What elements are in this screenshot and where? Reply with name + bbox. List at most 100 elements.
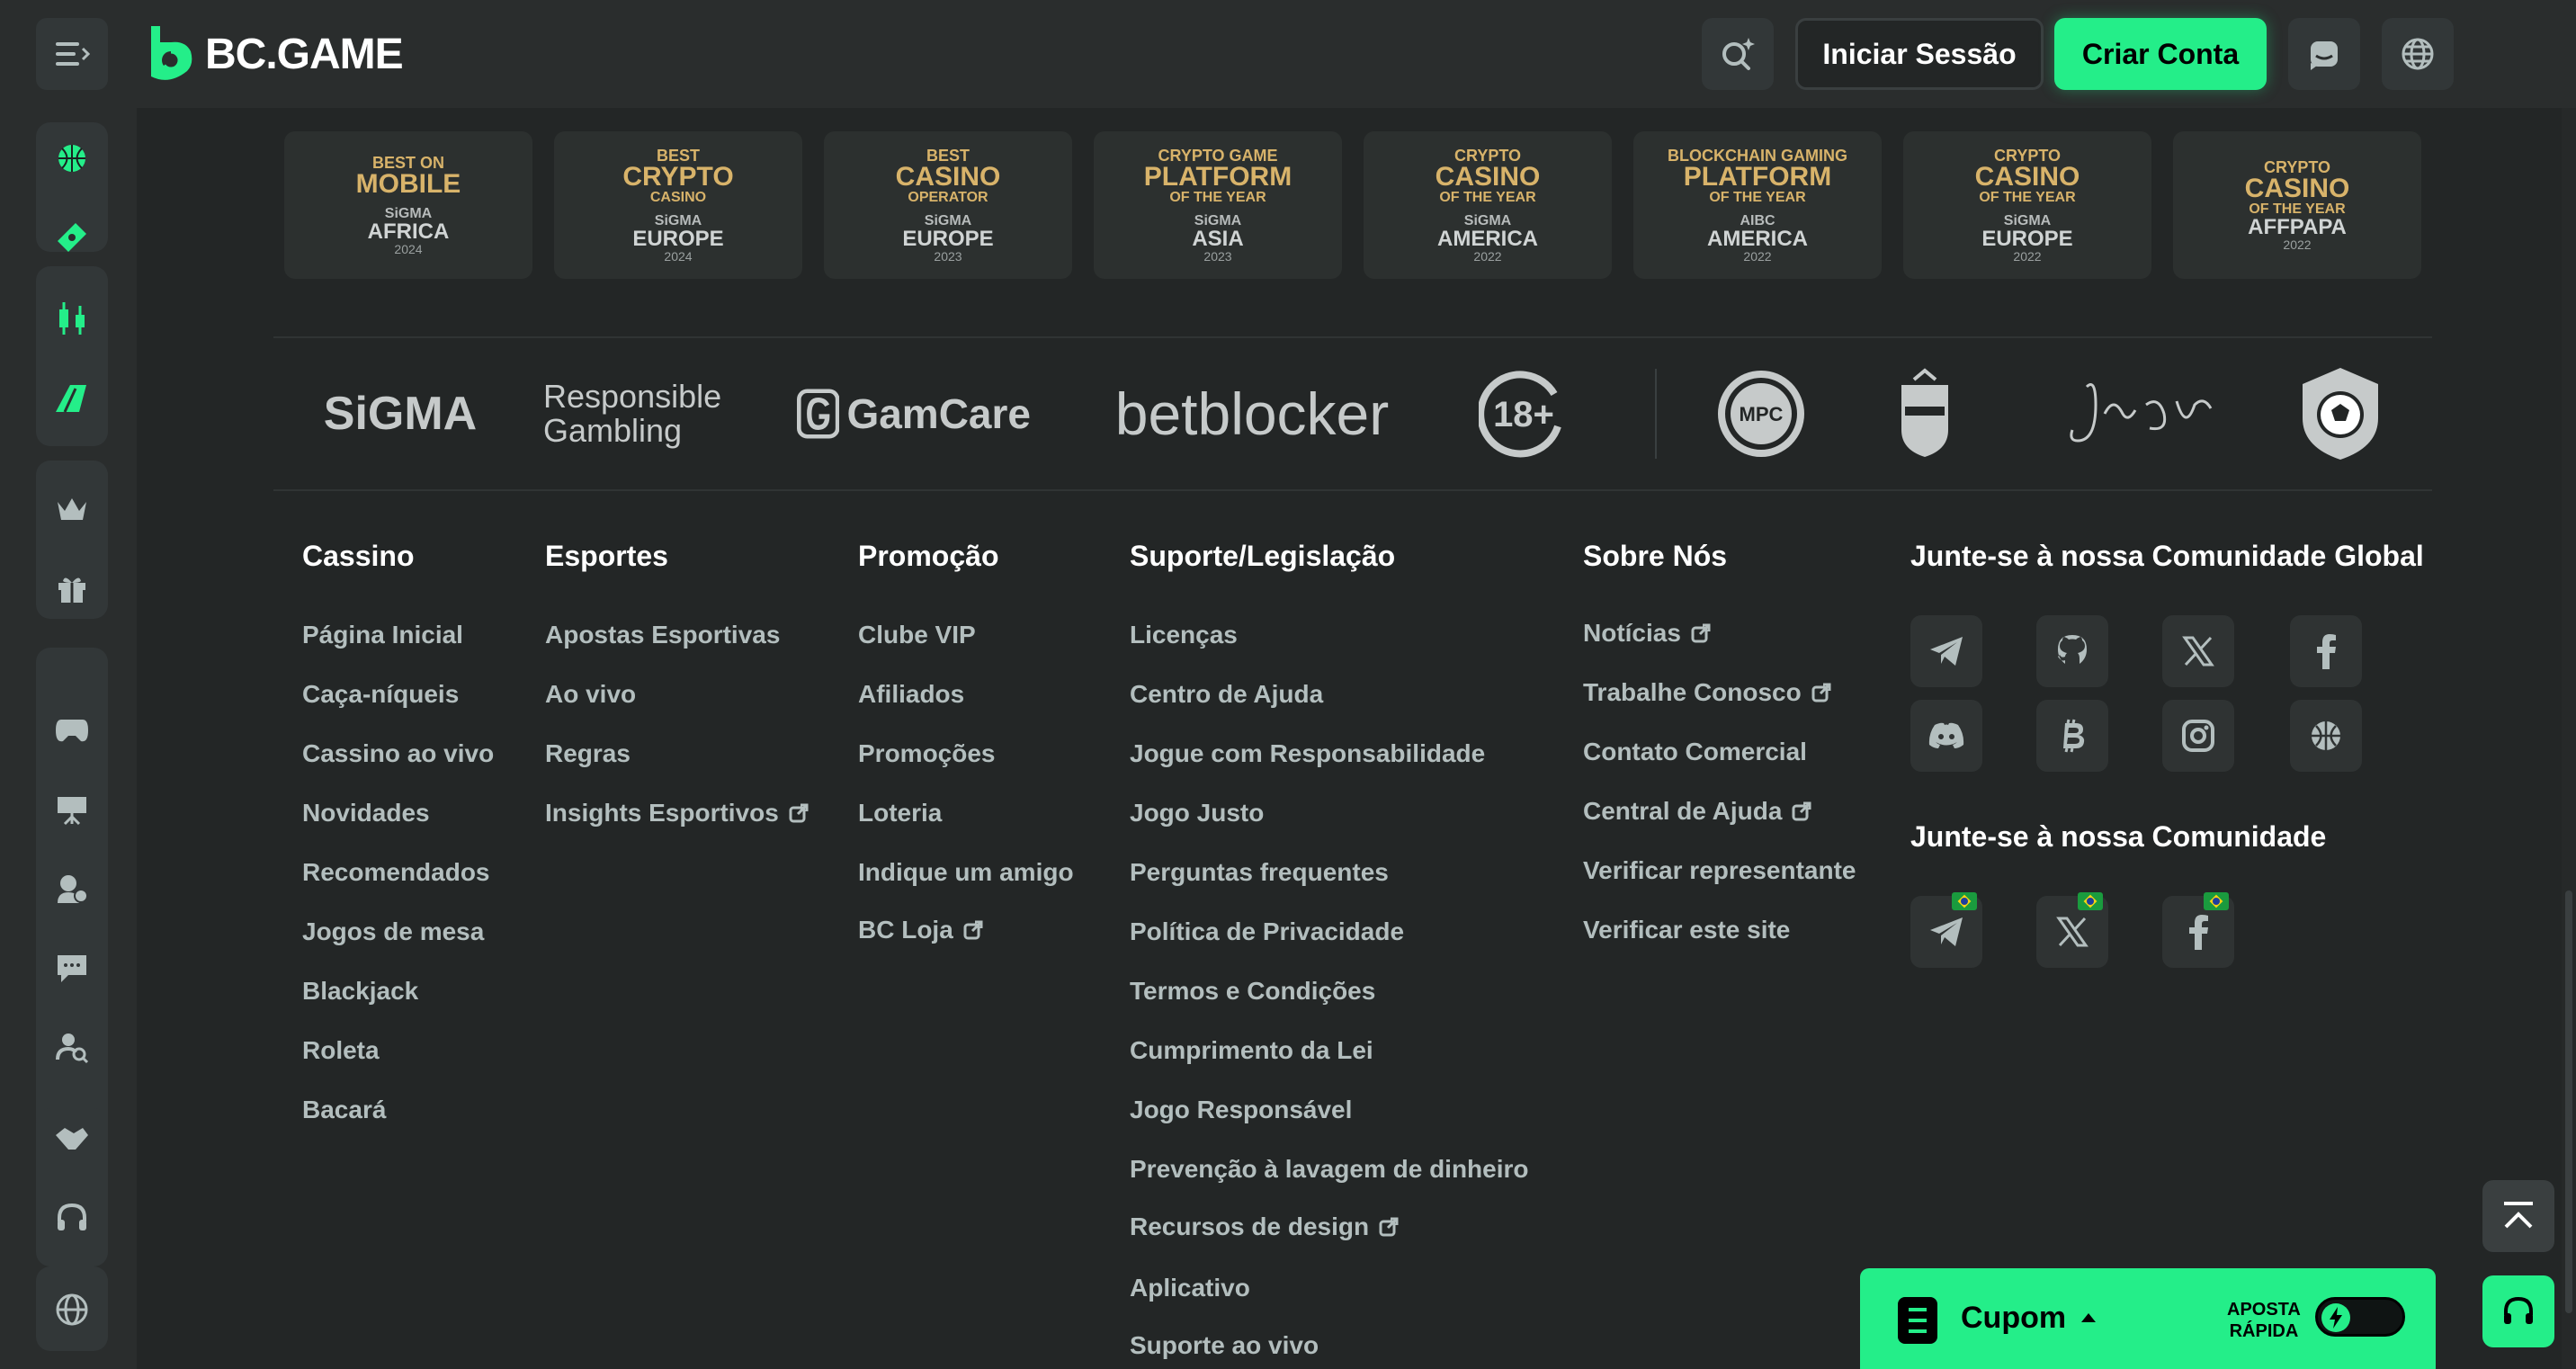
footer-link[interactable]: Cumprimento da Lei [1130,1036,1373,1065]
footer-link[interactable]: Prevenção à lavagem de dinheiro [1130,1155,1529,1184]
award-title: CASINO [895,162,1001,192]
partner-gamcare[interactable]: GamCare [797,360,1031,468]
x-twitter-button[interactable] [2162,615,2234,687]
coupon-bar[interactable]: Cupom APOSTA RÁPIDA [1860,1268,2436,1369]
footer-link[interactable]: Roleta [302,1036,380,1065]
footer-link[interactable]: Recomendados [302,858,490,887]
footer-link[interactable]: Afiliados [858,680,964,709]
footer-link[interactable]: Centro de Ajuda [1130,680,1323,709]
gift-icon [58,577,85,603]
footer-link[interactable]: Jogo Responsável [1130,1096,1352,1124]
footer-link[interactable]: Verificar representante [1583,856,1856,885]
discord-button[interactable] [1910,700,1982,772]
footer-link[interactable]: Novidades [302,799,430,828]
search-user-icon [56,1033,89,1064]
quick-bet-toggle[interactable] [2315,1297,2405,1337]
footer-link-external[interactable]: Trabalhe Conosco [1583,678,1832,707]
instagram-button[interactable] [2162,700,2234,772]
sidebar-item-sponsorship[interactable] [36,1103,108,1175]
sidebar-item-coins[interactable] [36,853,108,925]
link-label: Central de Ajuda [1583,797,1783,825]
search-button[interactable] [1702,18,1774,90]
sidebar-item-trading[interactable] [36,282,108,354]
footer-link[interactable]: Jogo Justo [1130,799,1264,828]
sidebar-item-provably-fair[interactable] [36,1011,108,1083]
candlestick-icon [59,302,85,335]
signup-button[interactable]: Criar Conta [2054,18,2267,90]
sidebar-item-live[interactable] [36,774,108,846]
footer-link[interactable]: Cassino ao vivo [302,739,494,768]
footer-link[interactable]: Política de Privacidade [1130,917,1404,946]
footer-link[interactable]: Jogue com Responsabilidade [1130,739,1485,768]
link-label: Recursos de design [1130,1212,1370,1240]
footer-title-global-community: Junte-se à nossa Comunidade Global [1910,540,2424,572]
partner-responsible-gambling[interactable]: Responsible Gambling [543,360,741,468]
footer-title-support: Suporte/Legislação [1130,540,1396,572]
footer-link[interactable]: Verificar este site [1583,916,1790,944]
footer-link[interactable]: Promoções [858,739,996,768]
sidebar-item-sports[interactable] [36,122,108,194]
footer-link[interactable]: Página Inicial [302,621,463,649]
sidebar-item-vip[interactable] [36,473,108,545]
footer-link[interactable]: Suporte ao vivo [1130,1331,1319,1360]
footer-link[interactable]: Aplicativo [1130,1274,1250,1302]
facebook-button[interactable] [2290,615,2362,687]
footer-link[interactable]: Caça-níqueis [302,680,459,709]
sidebar-item-racing[interactable] [36,362,108,434]
footer-link[interactable]: Contato Comercial [1583,738,1807,766]
sidebar-item-bonus[interactable] [36,552,108,624]
partner-betblocker[interactable]: betblocker [1094,360,1410,468]
live-support-button[interactable] [2482,1275,2554,1347]
sidebar-item-lottery[interactable] [36,201,108,273]
x-brazil-button[interactable] [2036,892,2108,968]
sidebar-item-originals[interactable] [36,694,108,766]
award-badge: BEST CASINO OPERATOR SiGMA EUROPE 2023 [824,131,1072,279]
sidebar-item-support[interactable] [36,1182,108,1254]
footer-link[interactable]: Apostas Esportivas [545,621,780,649]
quick-bet-label: APOSTA RÁPIDA [2227,1299,2301,1342]
footer-link[interactable]: Perguntas frequentes [1130,858,1389,887]
presenter-icon [58,797,86,826]
footer-link-external[interactable]: Recursos de design [1130,1212,1400,1241]
sports-community-button[interactable] [2290,700,2362,772]
footer-link[interactable]: Indique um amigo [858,858,1074,887]
partner-sigma[interactable]: SiGMA [306,360,495,468]
partner-football-club[interactable] [2294,360,2387,468]
telegram-button[interactable] [1910,615,1982,687]
scrollbar-thumb[interactable] [2565,890,2572,1313]
link-label: BC Loja [858,916,953,944]
bc-game-logo[interactable]: BC.GAME [144,22,404,86]
partner-miami-pickleball[interactable]: MPC [1709,360,1813,468]
footer-link[interactable]: Licenças [1130,621,1238,649]
menu-toggle-button[interactable] [36,18,108,90]
pickleball-club-icon: MPC [1718,371,1804,457]
footer-link[interactable]: Blackjack [302,977,418,1006]
footer-link[interactable]: Loteria [858,799,942,828]
football-crest-icon [2303,368,2378,460]
github-button[interactable] [2036,615,2108,687]
sidebar-item-forum[interactable] [36,932,108,1004]
footer-link[interactable]: Jogos de mesa [302,917,484,946]
footer-link[interactable]: Clube VIP [858,621,976,649]
ticket-icon [58,223,86,252]
footer-link-external[interactable]: Notícias [1583,619,1712,648]
award-badge: CRYPTO CASINO OF THE YEAR SiGMA EUROPE 2… [1903,131,2151,279]
footer-link[interactable]: Bacará [302,1096,386,1124]
scroll-to-top-button[interactable] [2482,1180,2554,1252]
bitcoin-talk-button[interactable] [2036,700,2108,772]
language-button[interactable] [2382,18,2454,90]
sidebar-item-language[interactable] [36,1274,108,1346]
footer-link-external[interactable]: Insights Esportivos [545,799,809,828]
footer-link[interactable]: Ao vivo [545,680,636,709]
footer-link-external[interactable]: Central de Ajuda [1583,797,1812,826]
login-button[interactable]: Iniciar Sessão [1795,18,2044,90]
partner-jason-dvalo-signature[interactable] [2060,360,2218,468]
facebook-brazil-button[interactable] [2162,892,2234,968]
telegram-brazil-button[interactable] [1910,892,1982,968]
footer-link[interactable]: Regras [545,739,631,768]
gamepad-icon [56,720,88,742]
footer-link[interactable]: Termos e Condições [1130,977,1375,1006]
chat-button[interactable] [2288,18,2360,90]
footer-link-external[interactable]: BC Loja [858,916,984,944]
partner-ohiggins[interactable] [1889,360,1961,468]
